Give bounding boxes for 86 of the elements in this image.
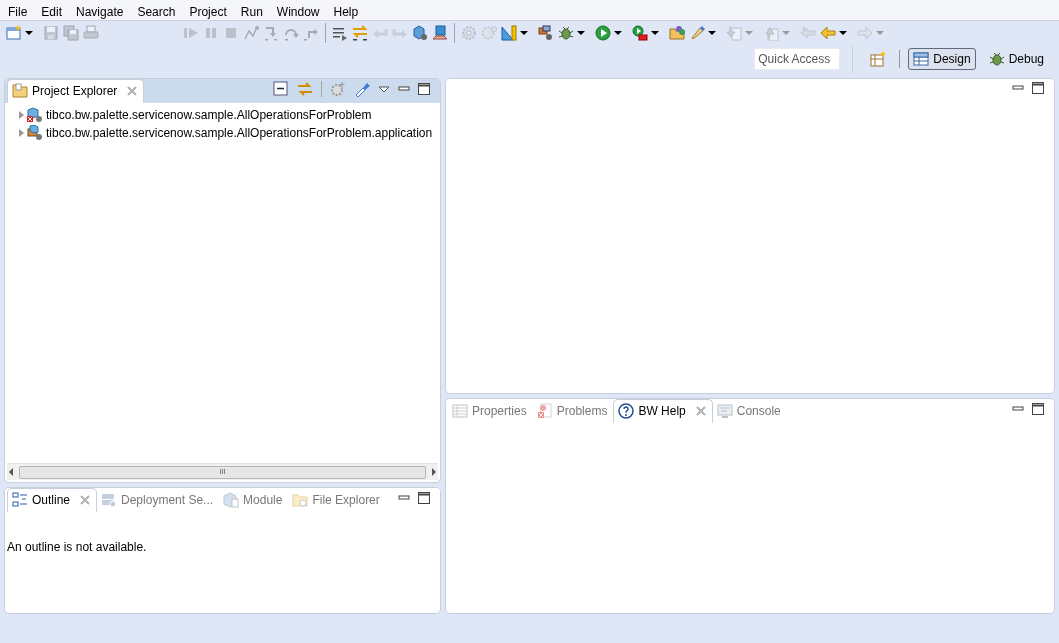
list-arrow-icon: [332, 25, 348, 41]
minimize-icon: [398, 495, 410, 501]
tree-item-label: tibco.bw.palette.servicenow.sample.AllOperationsForProblem.application: [46, 125, 433, 142]
menu-item[interactable]: Search: [133, 1, 182, 20]
menu-item[interactable]: Project: [185, 1, 233, 20]
folder-icon: [669, 25, 685, 41]
bug-icon: [558, 25, 574, 41]
scroll-left-icon: [7, 467, 15, 477]
play-circle-icon: [595, 25, 611, 41]
close-icon: [80, 495, 91, 505]
collapse-all-icon: [273, 81, 289, 97]
view-tab[interactable]: Problems: [532, 400, 614, 423]
swap-arrows-icon: [352, 25, 368, 41]
menu-item[interactable]: Help: [329, 1, 365, 20]
left-arrow-icon: [820, 25, 836, 41]
scrollbar-thumb[interactable]: III: [19, 465, 426, 479]
maximize-icon: [418, 492, 430, 504]
marker-pen-icon: [689, 25, 705, 41]
tree-item[interactable]: tibco.bw.palette.servicenow.sample.AllOperationsForProblem.application: [5, 124, 440, 142]
view-tab[interactable]: File Explorer: [288, 489, 386, 512]
cube-error-gear-icon: [27, 107, 43, 123]
menu-item[interactable]: Edit: [37, 1, 69, 20]
maximize-icon: [1032, 403, 1044, 415]
cubes-gear-icon: [27, 125, 43, 141]
toolbar-button[interactable]: [499, 23, 530, 43]
menu-item[interactable]: File: [4, 1, 34, 20]
minimize-icon: [1012, 85, 1024, 91]
minimize-icon: [398, 86, 410, 92]
horizontal-scrollbar[interactable]: III: [7, 463, 438, 480]
gear-plus-icon: [330, 81, 346, 97]
maximize-icon: [1032, 82, 1044, 94]
bug-icon: [988, 51, 1005, 67]
monitor-icon: [716, 403, 733, 419]
view-tab[interactable]: Properties: [448, 400, 533, 423]
outline-tree-icon: [12, 492, 28, 508]
tree-item[interactable]: tibco.bw.palette.servicenow.sample.AllOperationsForProblem: [5, 106, 440, 124]
close-icon: [695, 406, 706, 416]
folder-icon: [12, 83, 28, 99]
set-square-ruler-icon: [501, 25, 517, 41]
view-tab[interactable]: Deployment Se...: [97, 489, 220, 512]
stop-icon: [223, 25, 239, 41]
quick-access-field[interactable]: Quick Access: [754, 48, 841, 70]
cube-gear-icon: [412, 25, 428, 41]
view-tab[interactable]: Module: [219, 489, 289, 512]
menu-item[interactable]: Run: [236, 1, 269, 20]
table-icon: [452, 403, 468, 419]
toolbar-button[interactable]: [4, 23, 35, 43]
step-into-icon: [263, 25, 279, 41]
gear-icon: [461, 25, 477, 41]
view-tab[interactable]: Project Explorer: [7, 79, 145, 103]
close-icon: [127, 86, 138, 96]
view-menu-icon: [378, 84, 390, 94]
flashlight-icon: [354, 81, 370, 97]
help-icon: [618, 403, 635, 419]
new-window-icon: [6, 25, 22, 41]
menu-item[interactable]: Navigate: [72, 1, 130, 20]
toolbar-button[interactable]: [593, 23, 624, 43]
folder-search-icon: [292, 492, 309, 508]
pause-icon: [203, 25, 219, 41]
tree-item-label: tibco.bw.palette.servicenow.sample.AllOperationsForProblem: [46, 107, 372, 124]
floppy-disks-icon: [63, 25, 79, 41]
toolbar-button[interactable]: [630, 23, 661, 43]
gears-icon: [481, 25, 497, 41]
outline-message: An outline is not available.: [6, 539, 148, 556]
resume-icon: [183, 25, 199, 41]
perspective-button[interactable]: Design: [908, 48, 976, 70]
link-arrows-icon: [297, 81, 313, 97]
server-icon: [101, 492, 118, 508]
scroll-right-icon: [430, 467, 438, 477]
view-tab[interactable]: Outline: [7, 488, 98, 512]
perspective-button[interactable]: Debug: [983, 48, 1049, 70]
toolbar-button[interactable]: [410, 23, 430, 43]
boxes-gear-icon: [538, 25, 554, 41]
view-tab[interactable]: Console: [712, 400, 787, 423]
right-arrow-icon: [857, 25, 873, 41]
cube-document-icon: [223, 492, 240, 508]
minimize-icon: [1012, 406, 1024, 412]
table-plus-icon: [870, 51, 887, 67]
table-icon: [913, 51, 930, 67]
printer-icon: [83, 25, 99, 41]
menu-item[interactable]: Window: [272, 1, 326, 20]
view-tab[interactable]: BW Help: [613, 399, 713, 423]
maximize-icon: [418, 83, 430, 95]
toolbar-button[interactable]: [667, 23, 687, 43]
play-toolbox-icon: [632, 25, 648, 41]
error-document-icon: [536, 403, 553, 419]
